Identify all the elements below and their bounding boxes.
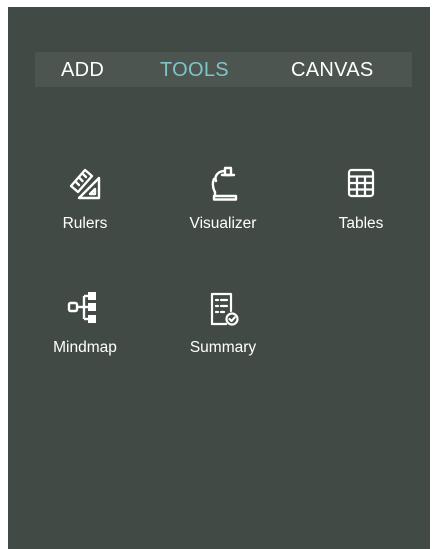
tools-panel: ADD TOOLS CANVAS Rulers Visualizer Table… bbox=[8, 7, 430, 549]
tab-bar: ADD TOOLS CANVAS bbox=[35, 52, 412, 87]
tool-visualizer[interactable]: Visualizer bbox=[168, 164, 278, 254]
tool-summary[interactable]: Summary bbox=[168, 288, 278, 378]
desk-lamp-icon bbox=[203, 164, 243, 204]
tool-rulers-label: Rulers bbox=[62, 215, 108, 232]
tab-tools[interactable]: TOOLS bbox=[160, 52, 229, 87]
tool-mindmap[interactable]: Mindmap bbox=[30, 288, 140, 378]
tab-add[interactable]: ADD bbox=[61, 52, 104, 87]
tool-tables[interactable]: Tables bbox=[306, 164, 416, 254]
tool-tables-label: Tables bbox=[338, 215, 384, 232]
tab-canvas[interactable]: CANVAS bbox=[291, 52, 374, 87]
tool-summary-label: Summary bbox=[189, 339, 257, 356]
summary-document-icon bbox=[203, 288, 243, 328]
table-icon bbox=[341, 164, 381, 204]
tool-visualizer-label: Visualizer bbox=[189, 215, 257, 232]
ruler-icon bbox=[65, 164, 105, 204]
mindmap-icon bbox=[65, 288, 105, 328]
tool-mindmap-label: Mindmap bbox=[53, 339, 117, 356]
tool-rulers[interactable]: Rulers bbox=[30, 164, 140, 254]
